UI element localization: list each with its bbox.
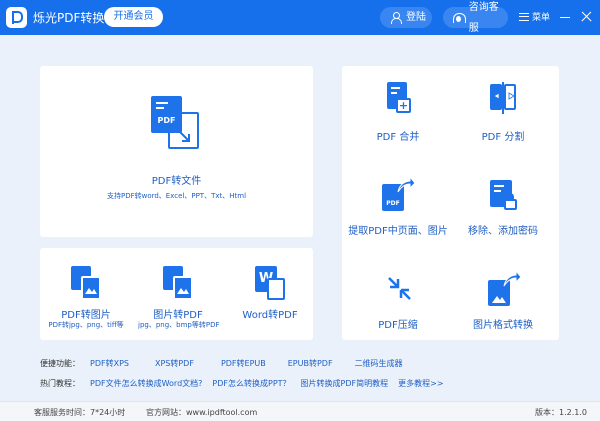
word-to-pdf-tile[interactable]: W Word转PDF xyxy=(232,266,308,336)
image-format-tile[interactable]: 图片格式转换 xyxy=(455,270,551,336)
link-qr-generator[interactable]: 二维码生成器 xyxy=(355,358,403,369)
tutorial-pdf-to-ppt[interactable]: PDF怎么转换成PPT？ xyxy=(212,378,290,389)
menu-icon xyxy=(519,12,529,21)
pdf-to-file-icon: PDF xyxy=(151,96,201,151)
service-hours: 客服服务时间：7*24小时 xyxy=(34,408,126,417)
pdf-extract-icon: PDF xyxy=(382,176,416,212)
pdf-split-label: PDF 分割 xyxy=(481,132,525,143)
pdf-merge-icon: + xyxy=(387,82,413,116)
link-pdf-to-xps[interactable]: PDF转XPS xyxy=(90,358,129,369)
pdf-icon-text: PDF xyxy=(157,116,176,125)
tutorial-image-to-pdf[interactable]: 图片转换成PDF简明教程 xyxy=(301,378,389,389)
compress-icon xyxy=(387,274,413,304)
password-label: 移除、添加密码 xyxy=(468,226,538,237)
pdf-to-image-tile[interactable]: PDF转图片 PDF转jpg、png、tiff等 xyxy=(48,266,124,336)
image-to-pdf-description: jpg、png、bmp等转PDF xyxy=(138,321,220,329)
image-to-pdf-tile[interactable]: 图片转PDF jpg、png、bmp等转PDF xyxy=(138,266,220,336)
vip-button[interactable]: 开通会员 xyxy=(104,7,163,27)
pdf-merge-label: PDF 合并 xyxy=(376,132,420,143)
pdf-compress-tile[interactable]: PDF压缩 xyxy=(350,272,446,338)
login-button[interactable]: 登陆 xyxy=(380,7,432,28)
pdf-merge-tile[interactable]: + PDF 合并 xyxy=(350,82,446,148)
link-epub-to-pdf[interactable]: EPUB转PDF xyxy=(288,358,333,369)
quick-functions-row: 便捷功能： PDF转XPS XPS转PDF PDF转EPUB EPUB转PDF … xyxy=(40,358,403,369)
pdf-to-file-label: PDF转文件 xyxy=(151,176,202,187)
image-format-label: 图片格式转换 xyxy=(473,320,533,331)
pdf-split-tile[interactable]: PDF 分割 xyxy=(455,82,551,148)
tutorial-pdf-to-word[interactable]: PDF文件怎么转换成Word文档? xyxy=(90,378,202,389)
pdf-extract-tile[interactable]: PDF 提取PDF中页面、图片 xyxy=(342,176,454,242)
image-to-pdf-icon xyxy=(163,266,195,300)
link-pdf-to-epub[interactable]: PDF转EPUB xyxy=(221,358,266,369)
image-conversion-card: PDF转图片 PDF转jpg、png、tiff等 图片转PDF jpg、png、… xyxy=(40,248,313,340)
user-icon xyxy=(390,12,402,24)
pdf-extract-label: 提取PDF中页面、图片 xyxy=(348,226,448,237)
official-website[interactable]: 官方网站：www.ipdftool.com xyxy=(146,407,257,418)
pdf-compress-label: PDF压缩 xyxy=(378,320,418,331)
pdf-to-image-description: PDF转jpg、png、tiff等 xyxy=(48,321,124,329)
customer-service-button[interactable]: 咨询客服 xyxy=(443,2,508,34)
minimize-button[interactable] xyxy=(558,10,572,24)
image-convert-icon xyxy=(488,270,522,306)
menu-button[interactable]: 菜单 xyxy=(519,10,550,23)
pdf-to-image-icon xyxy=(71,266,103,300)
link-xps-to-pdf[interactable]: XPS转PDF xyxy=(155,358,194,369)
pdf-split-icon xyxy=(490,82,518,116)
pdf-to-image-label: PDF转图片 xyxy=(61,310,111,321)
password-tile[interactable]: 移除、添加密码 xyxy=(455,176,551,242)
tutorials-row: 热门教程： PDF文件怎么转换成Word文档? PDF怎么转换成PPT？ 图片转… xyxy=(40,378,444,389)
extract-icon-text: PDF xyxy=(386,200,400,207)
menu-label: 菜单 xyxy=(532,13,551,23)
image-to-pdf-label: 图片转PDF xyxy=(153,310,203,321)
more-tutorials-link[interactable]: 更多教程>> xyxy=(398,378,443,389)
version-label: 版本：1.2.1.0 xyxy=(535,408,587,417)
status-bar: 客服服务时间：7*24小时 官方网站：www.ipdftool.com 版本：1… xyxy=(0,401,600,421)
app-logo-icon xyxy=(6,7,27,28)
tools-card: + PDF 合并 PDF 分割 PDF 提取PDF中页面、图片 移除、添加密码 … xyxy=(342,66,559,340)
service-label: 咨询客服 xyxy=(468,1,499,34)
quick-functions-label: 便捷功能： xyxy=(40,359,80,368)
lock-icon xyxy=(490,176,520,212)
word-to-pdf-icon: W xyxy=(255,266,287,300)
headset-icon xyxy=(453,12,466,23)
tutorials-label: 热门教程： xyxy=(40,379,80,388)
pdf-to-file-description: 支持PDF转word、Excel、PPT、Txt、Html xyxy=(106,192,247,200)
pdf-to-file-card[interactable]: PDF PDF转文件 支持PDF转word、Excel、PPT、Txt、Html xyxy=(40,66,313,237)
close-button[interactable] xyxy=(579,10,593,24)
title-bar: 烁光PDF转换器 开通会员 登陆 咨询客服 菜单 xyxy=(0,0,600,35)
word-to-pdf-label: Word转PDF xyxy=(242,310,298,321)
login-label: 登陆 xyxy=(406,12,426,23)
